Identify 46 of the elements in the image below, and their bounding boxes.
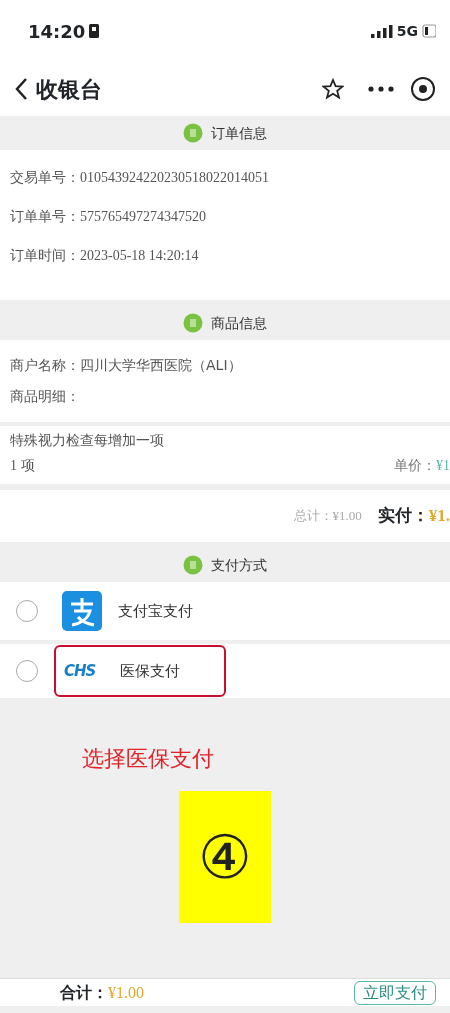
total-value: ¥1.00 [332,507,362,526]
section-title: 支付方式 [211,555,267,575]
radio-button[interactable] [16,600,38,622]
price-label: 单价： [394,456,436,475]
payment-method-label: 医保支付 [120,660,180,682]
field-label: 商户名称： [10,355,80,375]
payment-logo: CHS [64,660,97,682]
item-quantity: 1 项 [10,457,35,475]
more-icon[interactable] [368,86,394,92]
payment-method-label: 支付宝支付 [118,600,193,622]
sim-icon [89,24,100,38]
pay-button[interactable]: 立即支付 [354,980,436,1005]
field-value: 2023-05-18 14:20:14 [80,247,199,265]
total-label: 总计： [293,507,333,526]
field-label: 订单单号： [10,207,80,226]
sum-label: 合计： [60,981,108,1004]
field-value: 575765497274347520 [80,208,206,226]
page-title: 收银台 [36,75,102,104]
field-label: 商品明细： [10,386,80,406]
item-name: 特殊视力检查每增加一项 [10,431,165,450]
step-number: ④ [179,791,271,923]
section-icon [183,555,203,575]
clock: 14:20 [28,19,86,44]
annotation-caption: 选择医保支付 [82,745,214,773]
back-button[interactable] [14,77,28,101]
payment-logo-icon [62,591,102,631]
section-title: 订单信息 [211,123,267,143]
field-label: 订单时间： [10,246,80,265]
paid-value: ¥1. [428,505,450,528]
field-value: 四川大学华西医院（ALI） [80,355,242,375]
paid-label: 实付： [377,504,429,528]
sum-value: ¥1.00 [108,982,144,1003]
star-icon[interactable] [322,78,344,100]
signal-icon [370,24,393,38]
field-label: 交易单号： [10,168,80,187]
section-icon [183,313,203,333]
section-title: 商品信息 [211,313,267,333]
section-icon [183,123,203,143]
network-label: 5G [396,21,418,41]
close-mini-program-icon[interactable] [410,76,436,102]
field-value: 010543924220230518022014051 [80,169,269,187]
payment-option-row[interactable]: 支付宝支付 [0,582,450,640]
price-value: ¥1 [436,457,450,475]
radio-button[interactable] [16,660,38,682]
back-icon [14,77,28,101]
battery-icon [422,24,436,38]
